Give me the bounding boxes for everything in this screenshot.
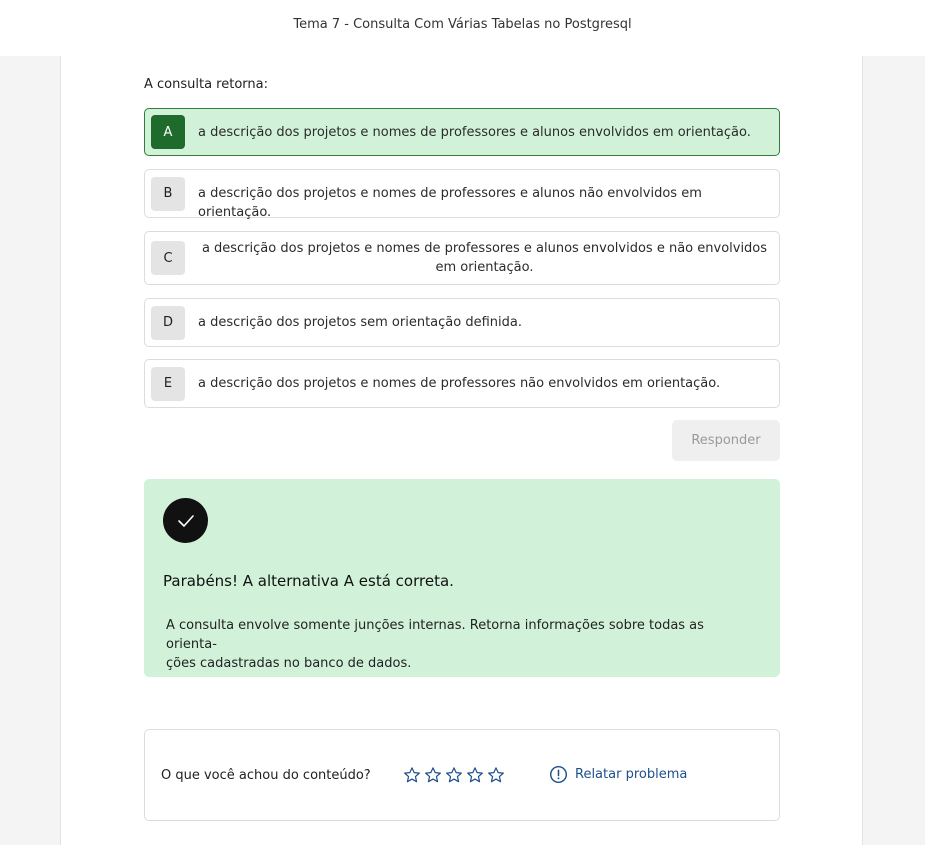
question-prompt: A consulta retorna: (144, 77, 268, 92)
option-text: a descrição dos projetos e nomes de prof… (201, 241, 768, 275)
option-text: a descrição dos projetos sem orientação … (198, 315, 522, 330)
feedback-panel: Parabéns! A alternativa A está correta. … (144, 479, 780, 677)
star-icon[interactable] (487, 766, 505, 784)
option-letter: C (151, 241, 185, 275)
feedback-text-line: A consulta envolve somente junções inter… (166, 618, 704, 652)
option-text: a descrição dos projetos e nomes de prof… (198, 376, 721, 391)
page-title: Tema 7 - Consulta Com Várias Tabelas no … (293, 16, 632, 32)
star-icon[interactable] (466, 766, 484, 784)
option-letter: D (151, 305, 185, 340)
top-bar: Tema 7 - Consulta Com Várias Tabelas no … (0, 0, 925, 56)
option-letter: A (151, 115, 185, 149)
option-c[interactable]: C a descrição dos projetos e nomes de pr… (144, 231, 780, 285)
option-text: a descrição dos projetos e nomes de prof… (198, 186, 702, 220)
main-content: A consulta retorna: A a descrição dos pr… (60, 56, 863, 845)
report-problem-label: Relatar problema (575, 767, 688, 782)
alert-circle-icon (549, 765, 568, 784)
option-letter: B (151, 176, 185, 211)
option-a[interactable]: A a descrição dos projetos e nomes de pr… (144, 108, 780, 156)
report-problem-link[interactable]: Relatar problema (549, 765, 687, 784)
check-icon (163, 498, 208, 543)
rating-box: O que você achou do conteúdo? Relatar pr… (144, 729, 780, 821)
feedback-text-line: ções cadastradas no banco de dados. (166, 656, 412, 671)
option-b[interactable]: B a descrição dos projetos e nomes de pr… (144, 169, 780, 220)
option-d[interactable]: D a descrição dos projetos sem orientaçã… (144, 298, 780, 347)
star-icon[interactable] (445, 766, 463, 784)
option-text: a descrição dos projetos e nomes de prof… (198, 125, 751, 140)
option-letter: E (151, 366, 185, 401)
rating-label: O que você achou do conteúdo? (161, 768, 371, 783)
star-rating (403, 766, 505, 784)
respond-button[interactable]: Responder (672, 420, 780, 461)
star-icon[interactable] (424, 766, 442, 784)
feedback-title: Parabéns! A alternativa A está correta. (163, 572, 454, 590)
feedback-text: A consulta envolve somente junções inter… (166, 616, 756, 673)
option-e[interactable]: E a descrição dos projetos e nomes de pr… (144, 359, 780, 408)
star-icon[interactable] (403, 766, 421, 784)
